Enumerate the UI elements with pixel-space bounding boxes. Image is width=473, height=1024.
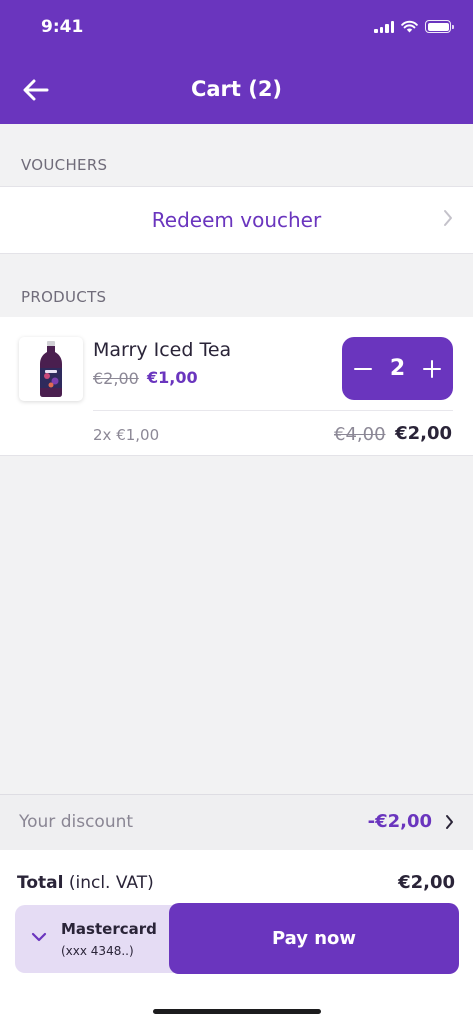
product-new-price: €1,00 [147, 368, 198, 387]
total-label-suffix: (incl. VAT) [68, 873, 154, 893]
chevron-right-icon [446, 815, 453, 829]
divider [93, 410, 453, 411]
total-label-strong: Total [17, 873, 64, 893]
redeem-voucher-row[interactable]: Redeem voucher [0, 186, 473, 254]
page-title: Cart (2) [190, 77, 283, 101]
line-total-new: €2,00 [395, 423, 452, 444]
redeem-voucher-label: Redeem voucher [151, 208, 322, 232]
wifi-icon [401, 20, 418, 33]
unit-price-line: 2x €1,00 [93, 426, 160, 444]
increase-quantity-button[interactable] [421, 358, 443, 380]
product-name[interactable]: Marry Iced Tea [93, 339, 231, 361]
line-total-old: €4,00 [334, 424, 386, 445]
vouchers-section-label: VOUCHERS [21, 156, 108, 174]
battery-icon [425, 20, 454, 33]
quantity-stepper: 2 [342, 337, 453, 400]
total-amount: €2,00 [398, 872, 455, 893]
signal-icon [374, 20, 394, 33]
home-indicator [153, 1009, 321, 1014]
quantity-value: 2 [389, 356, 406, 381]
pay-now-label: Pay now [271, 928, 357, 949]
payment-card-name: Mastercard [61, 920, 157, 938]
app-header: 9:41 Cart (2) [0, 0, 473, 124]
product-image [19, 337, 83, 401]
plus-icon [423, 359, 441, 378]
discount-label: Your discount [19, 812, 134, 832]
chevron-down-icon [31, 932, 47, 942]
total-label: Total (incl. VAT) [17, 873, 154, 893]
minus-icon [354, 367, 372, 370]
pay-now-button[interactable]: Pay now [169, 903, 459, 974]
discount-value: -€2,00 [367, 811, 432, 832]
bottle-icon [40, 341, 62, 397]
product-old-price: €2,00 [93, 369, 139, 388]
status-icons [374, 20, 454, 33]
chevron-right-icon [444, 210, 452, 226]
payment-card-number: (xxx 4348..) [61, 944, 134, 958]
status-time: 9:41 [41, 17, 84, 37]
decrease-quantity-button[interactable] [352, 358, 374, 380]
products-section-label: PRODUCTS [21, 288, 107, 306]
discount-row[interactable]: Your discount -€2,00 [0, 794, 473, 850]
